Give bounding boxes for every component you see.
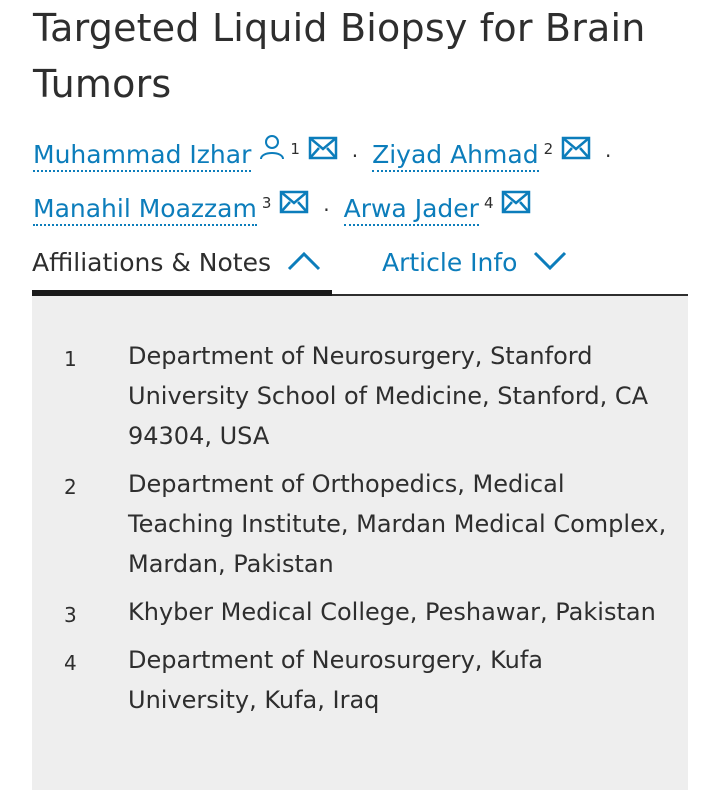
affiliation-number: 2 <box>64 475 77 499</box>
author-affiliation-ref-1: 1 <box>290 140 300 158</box>
tab-affiliations-label: Affiliations & Notes <box>32 248 271 277</box>
chevron-up-icon <box>287 239 321 289</box>
envelope-icon[interactable] <box>561 128 591 175</box>
tab-affiliations-notes[interactable]: Affiliations & Notes <box>32 238 332 296</box>
affiliation-text: Department of Neurosurgery, Stanford Uni… <box>128 342 649 450</box>
author-link-1[interactable]: Muhammad Izhar <box>33 140 252 172</box>
author-line-1: Muhammad Izhar 1 · Ziyad Ahmad 2 · <box>33 126 693 180</box>
author-separator: · <box>605 144 612 168</box>
affiliation-item: 2 Department of Orthopedics, Medical Tea… <box>32 464 688 584</box>
author-link-4[interactable]: Arwa Jader <box>343 194 479 226</box>
author-affiliation-ref-4: 4 <box>483 194 494 212</box>
tab-article-info[interactable]: Article Info <box>382 238 567 294</box>
author-line-2: Manahil Moazzam 3 · Arwa Jader 4 <box>33 180 693 234</box>
affiliation-text: Khyber Medical College, Peshawar, Pakist… <box>128 598 656 626</box>
affiliation-item: 1 Department of Neurosurgery, Stanford U… <box>32 336 688 456</box>
author-affiliation-ref-3: 3 <box>261 194 272 212</box>
envelope-icon[interactable] <box>501 182 531 229</box>
affiliation-number: 3 <box>64 603 77 627</box>
affiliation-text: Department of Neurosurgery, Kufa Univers… <box>128 646 543 714</box>
author-affiliation-ref-2: 2 <box>543 140 554 158</box>
tab-article-info-label: Article Info <box>382 248 518 277</box>
article-title: Targeted Liquid Biopsy for Brain Tumors <box>33 6 646 106</box>
chevron-down-icon <box>533 239 567 289</box>
affiliations-panel: 1 Department of Neurosurgery, Stanford U… <box>32 296 688 790</box>
affiliation-text: Department of Orthopedics, Medical Teach… <box>128 470 667 578</box>
envelope-icon[interactable] <box>279 182 309 229</box>
author-separator: · <box>323 198 330 222</box>
person-icon[interactable] <box>259 128 285 175</box>
affiliation-item: 4 Department of Neurosurgery, Kufa Unive… <box>32 640 688 720</box>
affiliation-item: 3 Khyber Medical College, Peshawar, Paki… <box>32 592 688 632</box>
author-link-3[interactable]: Manahil Moazzam <box>33 194 257 226</box>
affiliation-number: 4 <box>64 651 77 675</box>
affiliations-list: 1 Department of Neurosurgery, Stanford U… <box>32 336 688 728</box>
author-link-2[interactable]: Ziyad Ahmad <box>372 140 539 172</box>
envelope-icon[interactable] <box>308 128 338 175</box>
author-list: Muhammad Izhar 1 · Ziyad Ahmad 2 · Manah… <box>33 126 693 234</box>
author-separator: · <box>351 144 359 168</box>
affiliation-number: 1 <box>64 347 77 371</box>
article-tabs: Affiliations & Notes Article Info <box>32 238 688 296</box>
